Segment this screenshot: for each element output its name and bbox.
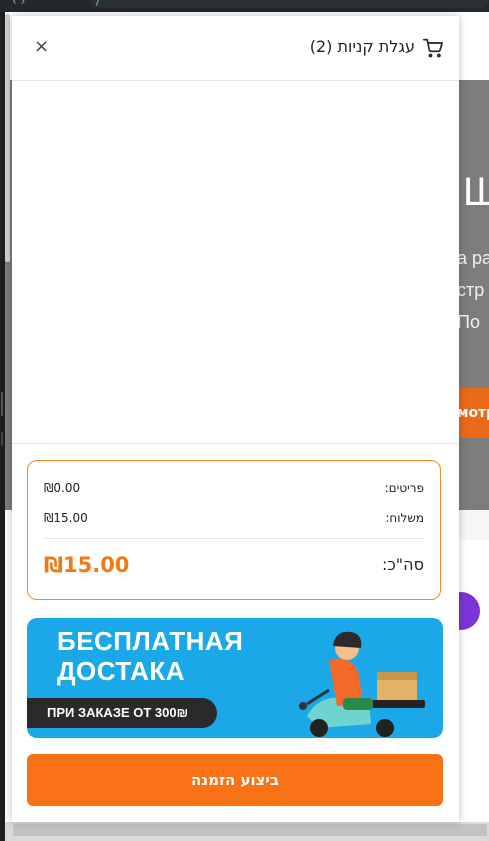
cart-drawer: עגלת קניות (2) × פריטים: ₪0.00 משלוח: ₪1… <box>12 16 459 822</box>
items-value: ₪0.00 <box>44 481 81 495</box>
close-icon[interactable]: × <box>34 36 49 57</box>
summary-divider <box>44 538 424 539</box>
shipping-value: ₪15.00 <box>44 511 88 525</box>
address-url[interactable]: / <box>96 0 100 8</box>
shipping-label: משלוח: <box>385 511 424 525</box>
banner-headline-2: ДОСТАКА <box>57 656 186 686</box>
items-label: פריטים: <box>384 481 424 495</box>
banner-condition: ПРИ ЗАКАЗЕ ОТ 300₪ <box>27 698 217 728</box>
banner-headline-1: БЕСПЛАТНАЯ <box>57 626 244 656</box>
hero-text-line: стр <box>457 280 485 300</box>
free-delivery-banner: БЕСПЛАТНАЯ ДОСТАКА ПРИ ЗАКАЗЕ ОТ 300₪ <box>27 618 443 738</box>
cart-title: עגלת קניות (2) <box>309 37 415 56</box>
horizontal-scrollbar-thumb[interactable] <box>13 824 487 836</box>
delivery-scooter-illustration <box>299 631 425 737</box>
horizontal-scrollbar[interactable] <box>5 822 489 841</box>
shopping-cart-icon <box>423 38 443 58</box>
place-order-button[interactable]: ביצוע הזמנה <box>27 754 443 806</box>
vertical-scrollbar[interactable] <box>5 14 10 262</box>
hero-title: Ш <box>463 170 489 214</box>
nav-arrows[interactable]: ‹ › <box>12 0 25 8</box>
hero-text-line: а ра <box>457 248 489 268</box>
resize-handle[interactable] <box>1 392 3 416</box>
cart-items-list <box>12 81 459 444</box>
browser-top-bar: ‹ › / <box>0 0 489 12</box>
resize-handle-secondary[interactable] <box>1 432 3 446</box>
total-value: ₪15.00 <box>44 553 130 577</box>
cart-header: עגלת קניות (2) × <box>12 16 459 81</box>
order-summary: פריטים: ₪0.00 משלוח: ₪15.00 סה"כ: ₪15.00 <box>27 460 441 600</box>
address-bar[interactable] <box>92 0 488 8</box>
total-label: סה"כ: <box>381 555 424 574</box>
hero-text-line: По <box>457 312 480 332</box>
